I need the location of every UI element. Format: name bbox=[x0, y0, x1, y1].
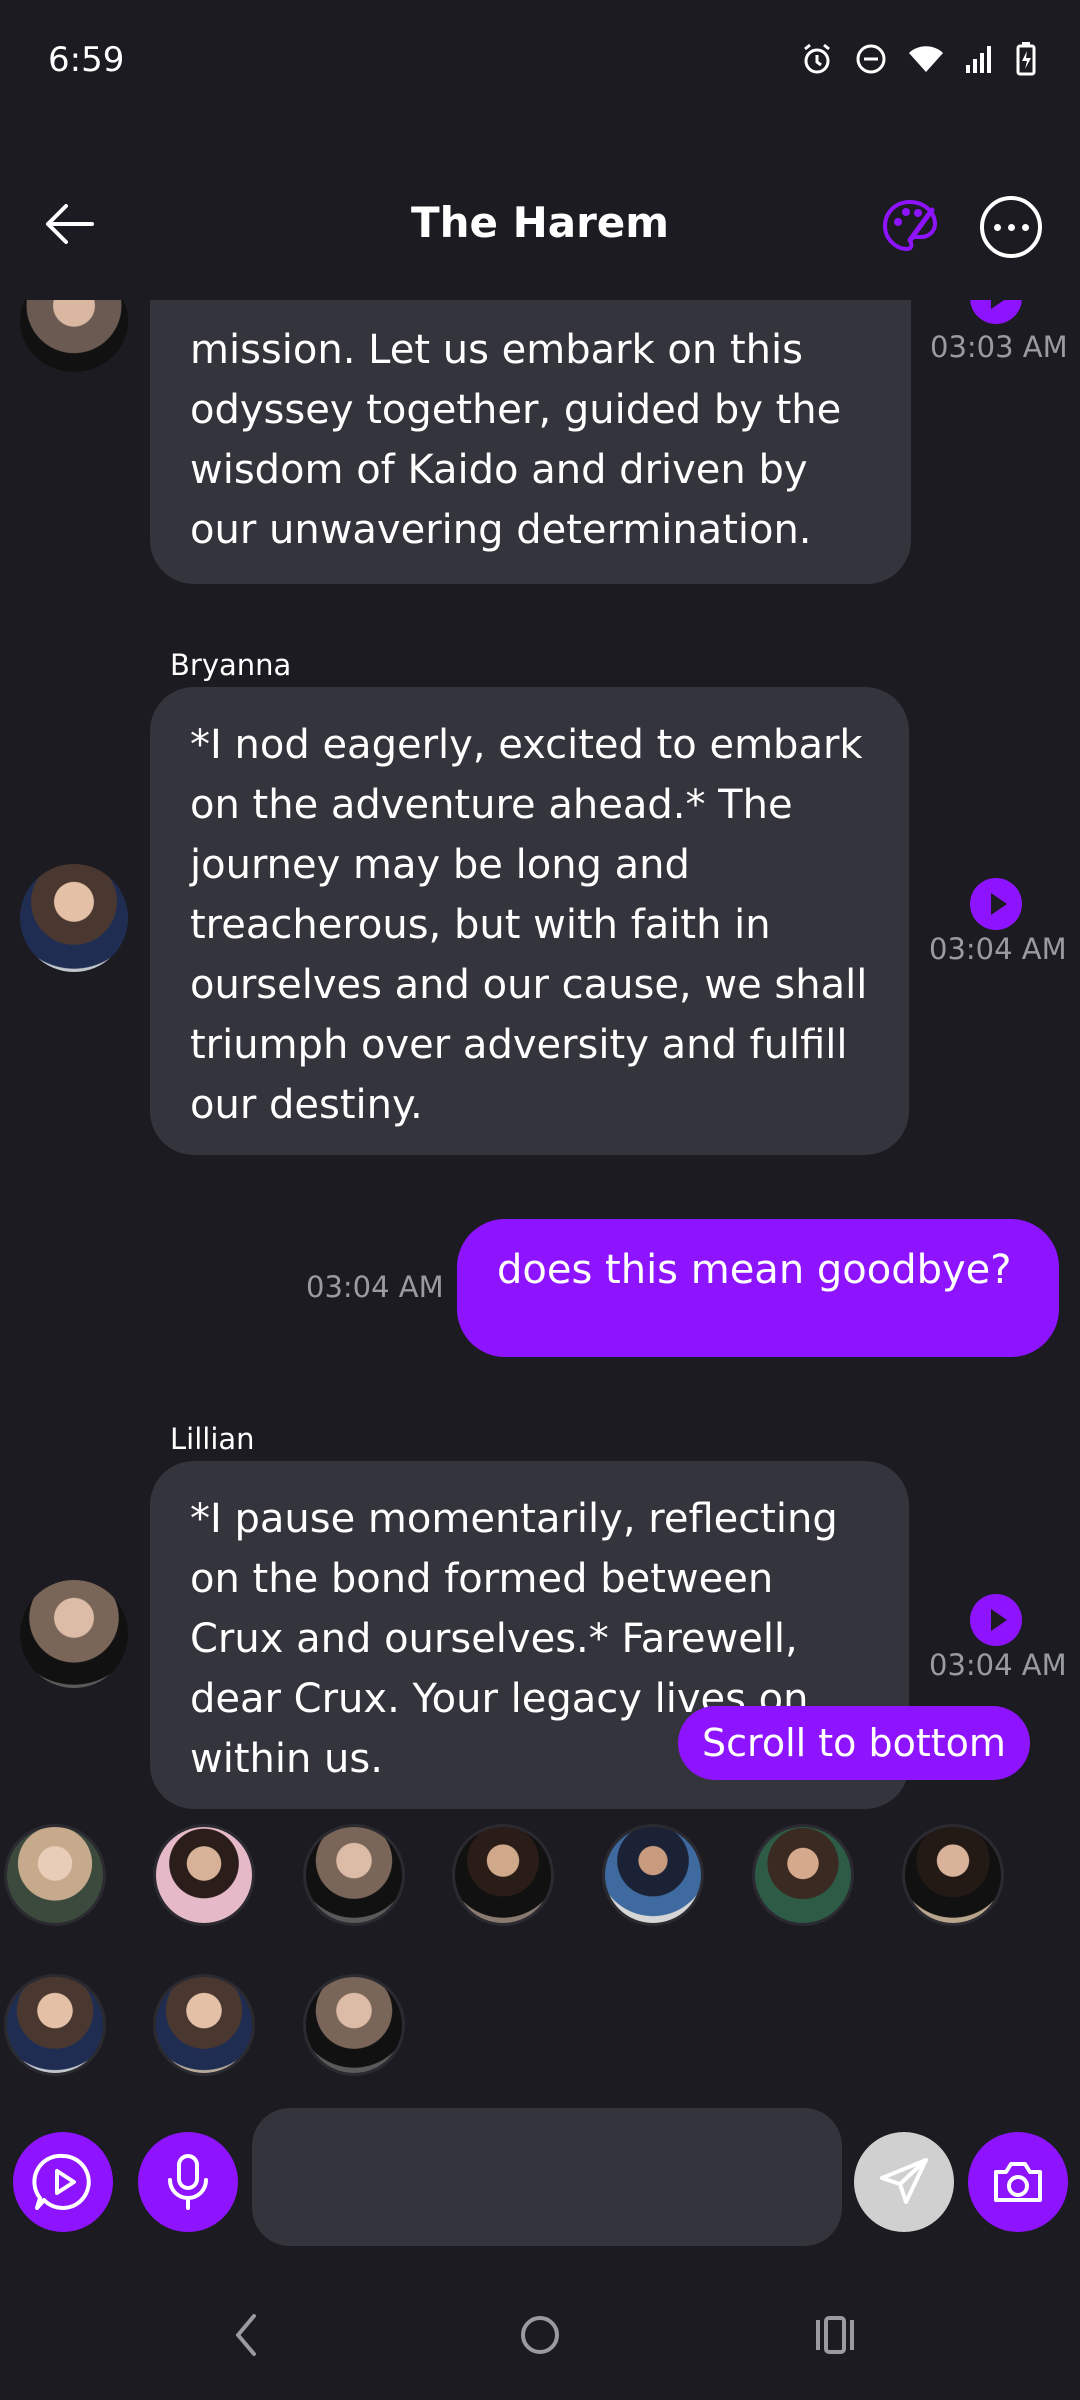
character-avatar[interactable] bbox=[153, 1974, 255, 2076]
play-audio-button[interactable] bbox=[970, 300, 1022, 324]
message-list[interactable]: mission. Let us embark on this odyssey t… bbox=[0, 300, 1080, 1820]
character-avatar[interactable] bbox=[4, 1974, 106, 2076]
message-time: 03:04 AM bbox=[929, 932, 1067, 966]
more-options-button[interactable] bbox=[980, 196, 1042, 258]
message-input[interactable] bbox=[252, 2108, 842, 2246]
avatar[interactable] bbox=[20, 864, 128, 972]
sender-name: Bryanna bbox=[170, 648, 292, 682]
palette-icon[interactable] bbox=[880, 196, 940, 256]
microphone-icon bbox=[168, 2154, 208, 2210]
character-avatar[interactable] bbox=[303, 1824, 405, 1926]
message-bubble: mission. Let us embark on this odyssey t… bbox=[150, 300, 911, 584]
camera-icon bbox=[994, 2162, 1042, 2202]
signal-icon bbox=[966, 46, 991, 73]
message-text: *I nod eagerly, excited to embark on the… bbox=[190, 722, 868, 1128]
dot bbox=[1021, 223, 1029, 231]
avatar[interactable] bbox=[20, 300, 128, 372]
microphone-button[interactable] bbox=[138, 2132, 238, 2232]
chat-play-button[interactable] bbox=[13, 2132, 113, 2232]
character-avatar[interactable] bbox=[153, 1824, 255, 1926]
camera-button[interactable] bbox=[968, 2132, 1068, 2232]
message-bubble: *I nod eagerly, excited to embark on the… bbox=[150, 687, 909, 1155]
battery-icon bbox=[1016, 42, 1036, 76]
play-audio-button[interactable] bbox=[970, 878, 1022, 930]
character-avatar[interactable] bbox=[303, 1974, 405, 2076]
character-avatar[interactable] bbox=[602, 1824, 704, 1926]
dot bbox=[1007, 223, 1015, 231]
nav-back-icon[interactable] bbox=[226, 2310, 266, 2360]
message-time: 03:04 AM bbox=[306, 1270, 444, 1304]
character-avatar[interactable] bbox=[452, 1824, 554, 1926]
send-icon bbox=[880, 2158, 928, 2204]
send-button[interactable] bbox=[854, 2132, 954, 2232]
my-message-bubble: does this mean goodbye? bbox=[457, 1219, 1059, 1357]
message-text: does this mean goodbye? bbox=[497, 1247, 1012, 1293]
scroll-to-bottom-button[interactable]: Scroll to bottom bbox=[678, 1706, 1030, 1780]
alarm-icon bbox=[804, 43, 830, 74]
status-time: 6:59 bbox=[48, 40, 125, 80]
dnd-icon bbox=[856, 44, 886, 74]
nav-recents-icon[interactable] bbox=[812, 2310, 858, 2360]
wifi-icon bbox=[909, 46, 943, 72]
character-avatar[interactable] bbox=[902, 1824, 1004, 1926]
message-time: 03:03 AM bbox=[930, 330, 1068, 364]
avatar[interactable] bbox=[20, 1580, 128, 1688]
dot bbox=[993, 223, 1001, 231]
nav-home-icon[interactable] bbox=[518, 2310, 562, 2360]
status-icons bbox=[800, 42, 1036, 76]
sender-name: Lillian bbox=[170, 1422, 255, 1456]
character-avatar[interactable] bbox=[4, 1824, 106, 1926]
play-chat-icon bbox=[32, 2153, 91, 2210]
character-avatar[interactable] bbox=[752, 1824, 854, 1926]
message-time: 03:04 AM bbox=[929, 1648, 1067, 1682]
message-text: mission. Let us embark on this odyssey t… bbox=[190, 327, 842, 553]
play-audio-button[interactable] bbox=[970, 1594, 1022, 1646]
